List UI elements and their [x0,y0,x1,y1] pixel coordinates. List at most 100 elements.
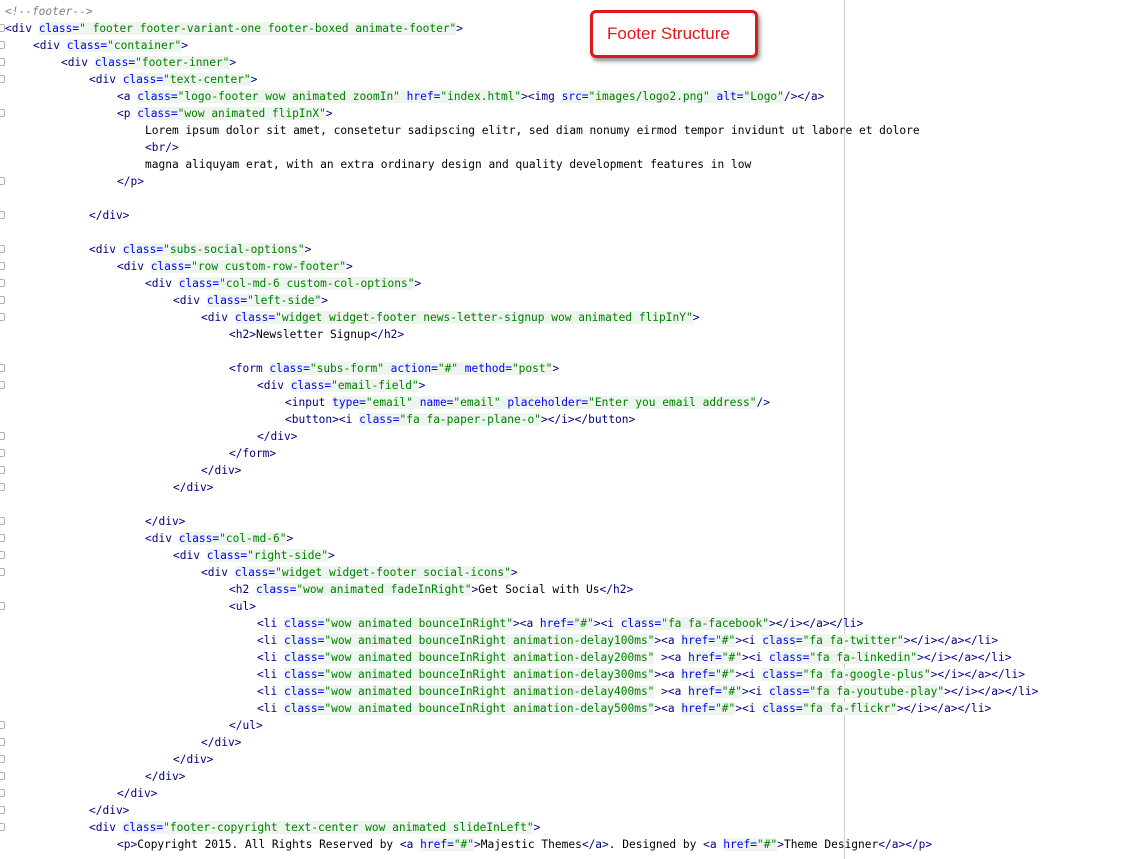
value-token: "fa fa-google-plus" [802,668,931,681]
fold-marker-icon[interactable] [0,483,5,491]
code-line[interactable]: <h2>Newsletter Signup</h2> [0,326,1132,343]
fold-marker-icon[interactable] [0,823,5,831]
code-editor[interactable]: <!--footer--> <div class=" footer footer-… [0,0,1132,859]
code-line[interactable]: <li class="wow animated bounceInRight an… [0,700,1132,717]
tag-token: /></a> [783,90,825,103]
code-line[interactable]: </div> [0,785,1132,802]
code-line[interactable]: <div class="left-side"> [0,292,1132,309]
code-line[interactable]: <button><i class="fa fa-paper-plane-o"><… [0,411,1132,428]
tag-token: > [456,22,464,35]
fold-marker-icon[interactable] [0,313,5,321]
code-line[interactable]: <li class="wow animated bounceInRight an… [0,666,1132,683]
code-line[interactable]: </div> [0,462,1132,479]
fold-marker-icon[interactable] [0,245,5,253]
fold-marker-icon[interactable] [0,738,5,746]
code-line[interactable]: <ul> [0,598,1132,615]
code-line[interactable]: <div class="widget widget-footer social-… [0,564,1132,581]
code-line[interactable]: <a class="logo-footer wow animated zoomI… [0,88,1132,105]
fold-marker-icon[interactable] [0,211,5,219]
fold-marker-icon[interactable] [0,177,5,185]
tag-token: > [304,243,312,256]
fold-marker-icon[interactable] [0,41,5,49]
code-line[interactable]: </div> [0,768,1132,785]
code-line[interactable]: <!--footer--> [0,3,1132,20]
code-line[interactable]: <div class="widget widget-footer news-le… [0,309,1132,326]
attribute-token: class= [137,90,178,103]
code-line[interactable]: <div class="row custom-row-footer"> [0,258,1132,275]
fold-marker-icon[interactable] [0,432,5,440]
code-line[interactable]: </div> [0,479,1132,496]
fold-marker-icon[interactable] [0,772,5,780]
fold-marker-icon[interactable] [0,721,5,729]
code-line[interactable]: <p>Copyright 2015. All Rights Reserved b… [0,836,1132,853]
code-line[interactable]: <li class="wow animated bounceInRight"><… [0,615,1132,632]
code-line[interactable]: </p> [0,173,1132,190]
code-text: <p class="wow animated flipInX"> [117,105,333,122]
tag-token: </div> [145,770,186,783]
fold-marker-icon[interactable] [0,381,5,389]
fold-marker-icon[interactable] [0,602,5,610]
code-line[interactable]: </div> [0,802,1132,819]
attribute-token: href= [539,617,574,630]
fold-marker-icon[interactable] [0,58,5,66]
code-line[interactable]: <div class="container"> [0,37,1132,54]
fold-marker-icon[interactable] [0,806,5,814]
code-line[interactable]: <div class="col-md-6"> [0,530,1132,547]
code-line[interactable]: <li class="wow animated bounceInRight an… [0,649,1132,666]
value-token: "fa fa-linkedin" [809,651,918,664]
code-line[interactable]: <li class="wow animated bounceInRight an… [0,683,1132,700]
value-token: "index.html" [440,90,522,103]
code-line[interactable] [0,224,1132,241]
fold-marker-icon[interactable] [0,551,5,559]
value-token: "#" [573,617,594,630]
fold-marker-icon[interactable] [0,449,5,457]
fold-marker-icon[interactable] [0,262,5,270]
code-line[interactable]: <input type="email" name="email" placeho… [0,394,1132,411]
code-line[interactable]: Lorem ipsum dolor sit amet, consetetur s… [0,122,1132,139]
value-token: "wow animated bounceInRight animation-de… [324,651,655,664]
code-line[interactable]: <h2 class="wow animated fadeInRight">Get… [0,581,1132,598]
code-line[interactable]: <br/> [0,139,1132,156]
code-line[interactable] [0,496,1132,513]
code-line[interactable]: <form class="subs-form" action="#" metho… [0,360,1132,377]
code-text: <div class="email-field"> [257,377,425,394]
code-line[interactable]: magna aliquyam erat, with an extra ordin… [0,156,1132,173]
code-line[interactable]: <div class="subs-social-options"> [0,241,1132,258]
code-line[interactable]: <div class=" footer footer-variant-one f… [0,20,1132,37]
fold-marker-icon[interactable] [0,364,5,372]
fold-marker-icon[interactable] [0,279,5,287]
fold-marker-icon[interactable] [0,296,5,304]
code-line[interactable]: </div> [0,428,1132,445]
fold-marker-icon[interactable] [0,568,5,576]
tag-token: ></i></a></li> [917,651,1012,664]
code-line[interactable]: </div> [0,751,1132,768]
code-line[interactable] [0,190,1132,207]
code-line[interactable]: <p class="wow animated flipInX"> [0,105,1132,122]
fold-marker-icon[interactable] [0,75,5,83]
code-line[interactable]: </div> [0,513,1132,530]
code-line[interactable]: <div class="col-md-6 custom-col-options"… [0,275,1132,292]
fold-marker-icon[interactable] [0,517,5,525]
code-line[interactable]: <div class="footer-copyright text-center… [0,819,1132,836]
code-line[interactable] [0,343,1132,360]
code-line[interactable]: <li class="wow animated bounceInRight an… [0,632,1132,649]
tag-token: </h2> [599,583,634,596]
tag-token: > [533,821,541,834]
tag-token: > [777,838,784,851]
code-line[interactable]: <div class="text-center"> [0,71,1132,88]
fold-marker-icon[interactable] [0,789,5,797]
fold-marker-icon[interactable] [0,109,5,117]
fold-marker-icon[interactable] [0,534,5,542]
fold-marker-icon[interactable] [0,755,5,763]
code-line[interactable]: <div class="right-side"> [0,547,1132,564]
code-line[interactable]: </div> [0,734,1132,751]
tag-token: </a></p> [878,838,933,851]
tag-token: <li [257,685,284,698]
code-line[interactable]: </ul> [0,717,1132,734]
attribute-token: class= [234,566,276,579]
code-line[interactable]: <div class="email-field"> [0,377,1132,394]
code-line[interactable]: </div> [0,207,1132,224]
code-line[interactable]: <div class="footer-inner"> [0,54,1132,71]
code-line[interactable]: </form> [0,445,1132,462]
fold-marker-icon[interactable] [0,466,5,474]
